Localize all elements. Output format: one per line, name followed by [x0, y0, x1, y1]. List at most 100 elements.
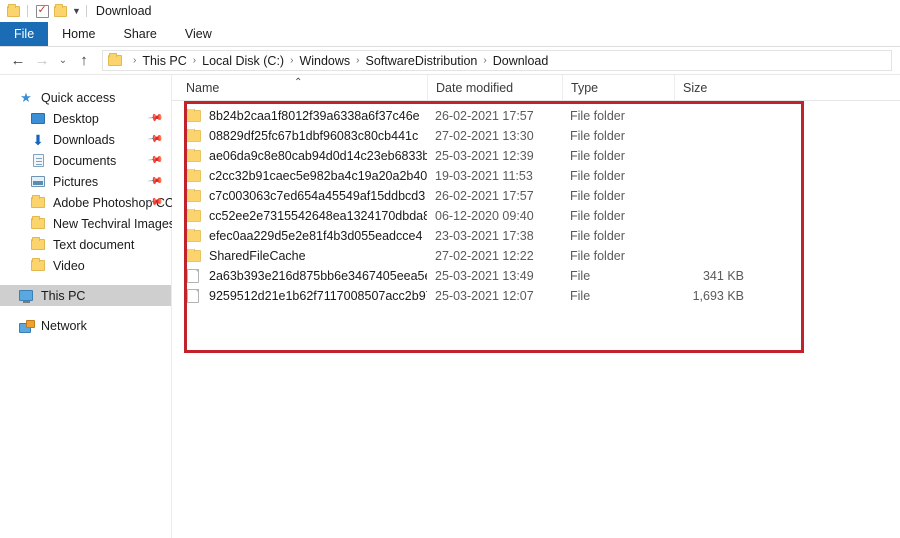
cell-type: File folder [570, 189, 625, 203]
recent-locations-icon[interactable]: ⌄ [54, 55, 72, 66]
cell-date-modified: 26-02-2021 17:57 [435, 189, 534, 203]
sidebar-item-pictures[interactable]: Pictures 📌 [0, 171, 171, 192]
folder-icon [186, 109, 201, 122]
file-name-label: 9259512d21e1b62f7117008507acc2b972f7... [209, 289, 427, 303]
table-row[interactable]: ae06da9c8e80cab94d0d14c23eb6833b 25-03-20… [172, 146, 900, 166]
breadcrumb-item-download[interactable]: Download [493, 54, 549, 68]
sidebar-item-label: Documents [53, 153, 117, 168]
window-title: Download [95, 4, 152, 18]
navigation-pane: ★ Quick access Desktop 📌 ⬇ Downloads 📌 D… [0, 75, 175, 538]
sidebar-item-label: New Techviral Images [53, 216, 176, 231]
up-arrow-icon[interactable]: ↑ [72, 53, 96, 68]
column-header-type[interactable]: Type [562, 75, 674, 100]
sidebar-item-label: Desktop [53, 111, 99, 126]
file-name-label: cc52ee2e7315542648ea1324170dbda8 [209, 209, 427, 223]
folder-icon [186, 149, 201, 162]
pin-icon[interactable]: 📌 [146, 131, 163, 147]
pictures-icon [30, 175, 46, 189]
sidebar-item-new-techviral-images[interactable]: New Techviral Images [0, 213, 175, 234]
documents-icon [30, 154, 46, 168]
back-arrow-icon[interactable]: ← [6, 53, 30, 68]
column-header-date-modified[interactable]: Date modified [427, 75, 562, 100]
sidebar-item-network[interactable]: Network [0, 315, 171, 336]
breadcrumb-separator: › [356, 55, 360, 66]
network-icon [18, 319, 35, 333]
sidebar-item-label: This PC [41, 288, 86, 303]
toolbar-divider-2 [85, 5, 87, 17]
sidebar-item-documents[interactable]: Documents 📌 [0, 150, 171, 171]
tab-share[interactable]: Share [110, 22, 171, 46]
table-row[interactable]: 08829df25fc67b1dbf96083c80cb441c 27-02-20… [172, 126, 900, 146]
cell-size: 1,693 KB [692, 289, 744, 303]
sidebar-item-text-document[interactable]: Text document [0, 234, 171, 255]
desktop-icon [30, 112, 46, 126]
sidebar-item-label: Video [53, 258, 85, 273]
sidebar-item-this-pc[interactable]: This PC [0, 285, 171, 306]
breadcrumb-separator: › [133, 55, 137, 66]
breadcrumb[interactable]: › This PC › Local Disk (C:) › Windows › … [102, 50, 892, 71]
chevron-down-icon[interactable]: ▼ [72, 6, 81, 16]
sort-ascending-icon: ⌃ [294, 77, 303, 88]
cell-name: ae06da9c8e80cab94d0d14c23eb6833b [172, 149, 427, 163]
folder-icon [186, 249, 201, 262]
breadcrumb-separator: › [290, 55, 294, 66]
column-header-row: Name ⌃ Date modified Type Size [172, 75, 900, 101]
sidebar-item-adobe-photoshop-cc[interactable]: Adobe Photoshop CC 📌 [0, 192, 174, 213]
properties-checkbox-icon[interactable] [33, 2, 51, 20]
star-icon: ★ [20, 90, 32, 105]
folder-icon [30, 216, 46, 231]
file-list-pane: Name ⌃ Date modified Type Size 8b24b2caa… [172, 75, 900, 538]
cell-size: 341 KB [702, 269, 744, 283]
cell-type: File folder [570, 149, 625, 163]
new-folder-icon[interactable] [51, 2, 69, 20]
table-row[interactable]: 9259512d21e1b62f7117008507acc2b972f7... 2… [172, 286, 900, 306]
cell-date-modified: 19-03-2021 11:53 [435, 169, 533, 183]
cell-type: File folder [570, 229, 625, 243]
folder-icon[interactable] [4, 2, 22, 20]
table-row[interactable]: c2cc32b91caec5e982ba4c19a20a2b40 19-03-20… [172, 166, 900, 186]
file-icon [187, 269, 199, 283]
breadcrumb-item-local-disk[interactable]: Local Disk (C:) [202, 54, 284, 68]
table-row[interactable]: 2a63b393e216d875bb6e3467405eea5e56c... 25… [172, 266, 900, 286]
breadcrumb-separator: › [483, 55, 487, 66]
breadcrumb-item-windows[interactable]: Windows [299, 54, 350, 68]
column-header-name[interactable]: Name ⌃ [172, 75, 427, 100]
main-area: ★ Quick access Desktop 📌 ⬇ Downloads 📌 D… [0, 75, 900, 538]
breadcrumb-separator: › [192, 55, 197, 66]
pin-icon[interactable]: 📌 [146, 152, 163, 168]
folder-icon [186, 189, 201, 202]
sidebar-item-label: Downloads [53, 132, 115, 147]
breadcrumb-item-softwaredistribution[interactable]: SoftwareDistribution [366, 54, 478, 68]
cell-date-modified: 23-03-2021 17:38 [435, 229, 534, 243]
column-header-size[interactable]: Size [674, 75, 752, 100]
tab-file[interactable]: File [0, 22, 49, 46]
breadcrumb-item-this-pc[interactable]: This PC [142, 54, 186, 68]
sidebar-item-desktop[interactable]: Desktop 📌 [0, 108, 171, 129]
cell-type: File folder [570, 169, 625, 183]
table-row[interactable]: 8b24b2caa1f8012f39a6338a6f37c46e 26-02-20… [172, 106, 900, 126]
file-name-label: c2cc32b91caec5e982ba4c19a20a2b40 [209, 169, 427, 183]
file-name-label: SharedFileCache [209, 249, 306, 263]
sidebar-item-label: Text document [53, 237, 135, 252]
pin-icon[interactable]: 📌 [146, 173, 163, 189]
tab-home[interactable]: Home [48, 22, 109, 46]
pin-icon[interactable]: 📌 [146, 110, 163, 126]
tab-view[interactable]: View [171, 22, 226, 46]
sidebar-item-quick-access[interactable]: ★ Quick access [0, 87, 171, 108]
sidebar-item-video[interactable]: Video [0, 255, 171, 276]
forward-arrow-icon[interactable]: → [30, 53, 54, 68]
cell-name: efec0aa229d5e2e81f4b3d055eadcce4 [172, 229, 427, 243]
table-row[interactable]: SharedFileCache 27-02-2021 12:22 File fold… [172, 246, 900, 266]
table-row[interactable]: c7c003063c7ed654a45549af15ddbcd3 26-02-20… [172, 186, 900, 206]
folder-icon [30, 237, 46, 252]
cell-type: File [570, 269, 591, 283]
cell-date-modified: 25-03-2021 12:39 [435, 149, 534, 163]
folder-icon [186, 169, 201, 182]
downloads-arrow-icon: ⬇ [32, 131, 44, 148]
folder-icon [186, 229, 201, 242]
sidebar-item-downloads[interactable]: ⬇ Downloads 📌 [0, 129, 171, 150]
cell-name: SharedFileCache [172, 249, 427, 263]
table-row[interactable]: cc52ee2e7315542648ea1324170dbda8 06-12-20… [172, 206, 900, 226]
this-pc-icon [18, 289, 34, 303]
table-row[interactable]: efec0aa229d5e2e81f4b3d055eadcce4 23-03-20… [172, 226, 900, 246]
